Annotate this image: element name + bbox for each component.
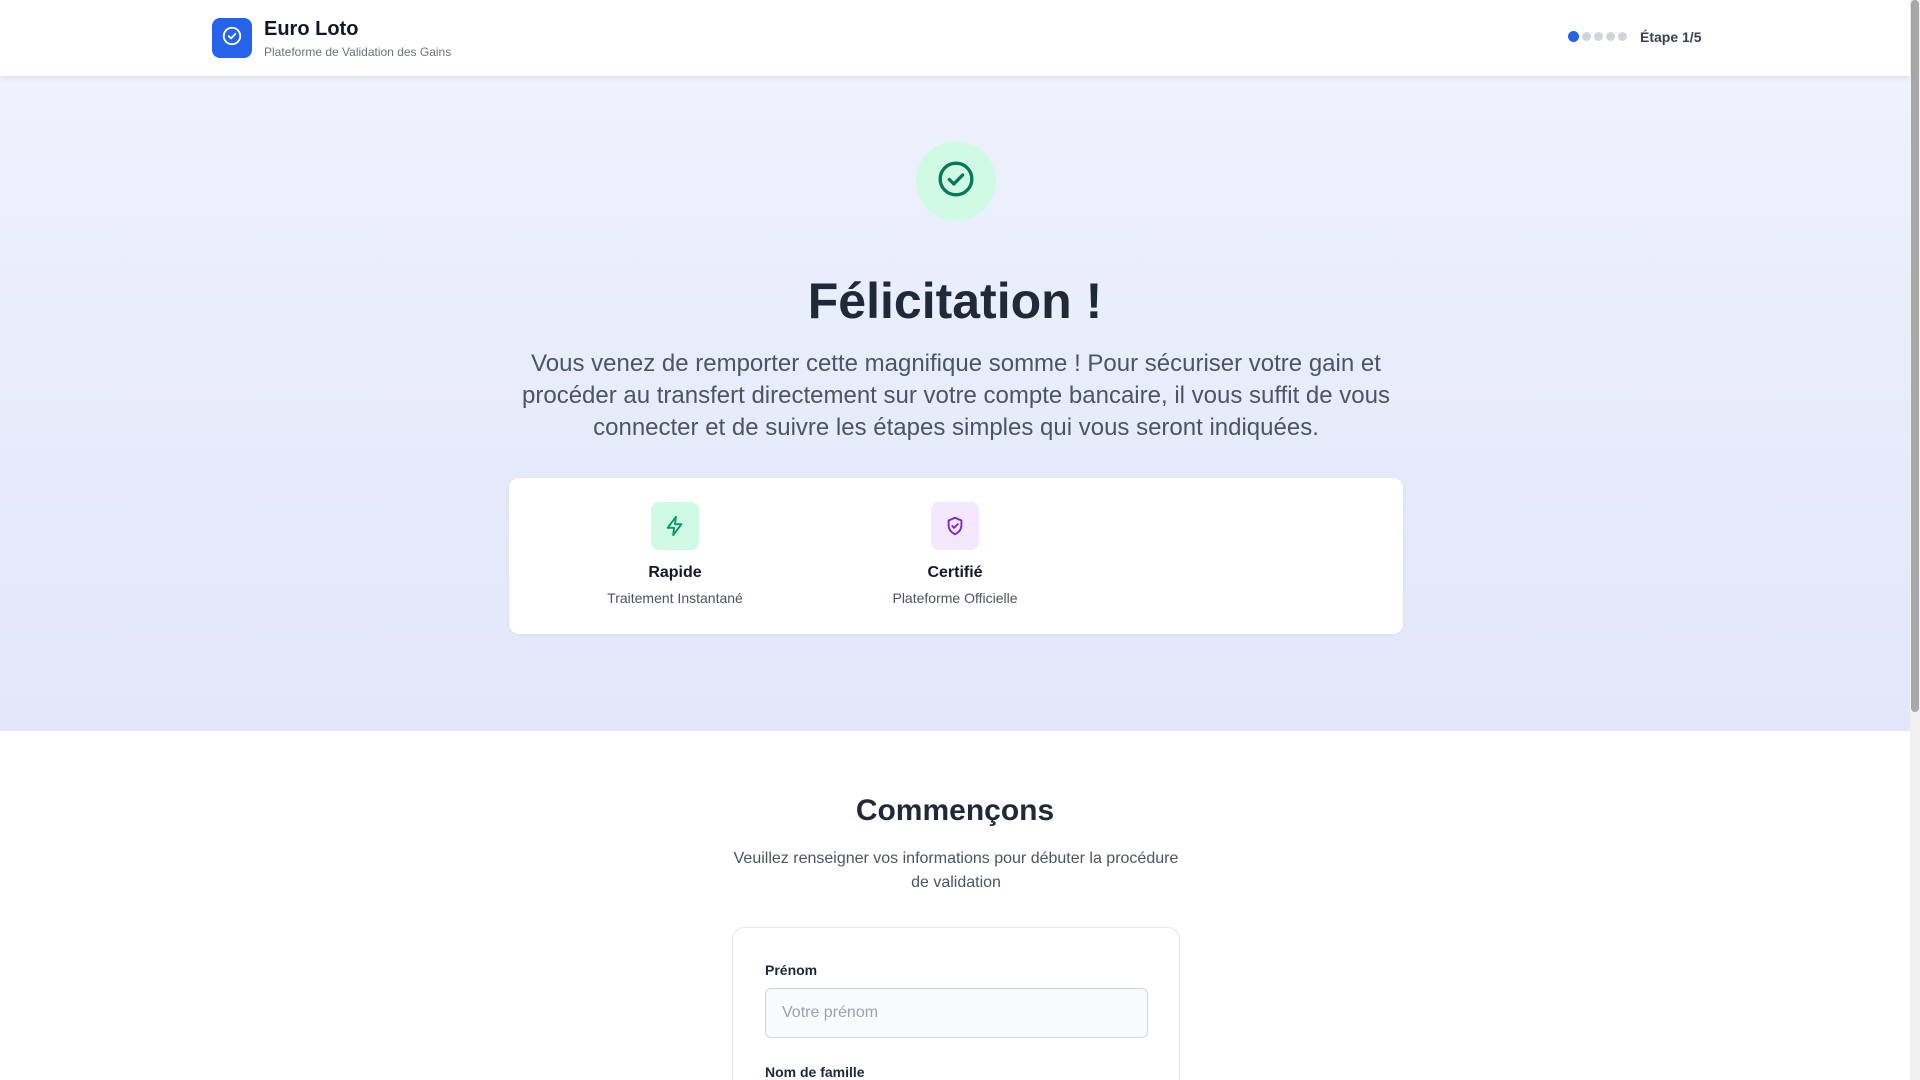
registration-form: Prénom Nom de famille	[732, 927, 1180, 1080]
step-label: Étape 1/5	[1640, 29, 1702, 45]
brand-subtitle: Plateforme de Validation des Gains	[264, 45, 452, 59]
hero-section: Félicitation ! Vous venez de remporter c…	[0, 76, 1910, 731]
step-dot-active	[1568, 31, 1579, 42]
step-dot	[1582, 32, 1591, 41]
features-card: Rapide Traitement Instantané Certifié Pl…	[509, 478, 1403, 634]
check-circle-icon	[936, 159, 976, 204]
first-name-input[interactable]	[765, 988, 1148, 1038]
feature-subtitle: Plateforme Officielle	[892, 590, 1018, 606]
hero-description: Vous venez de remporter cette magnifique…	[522, 350, 1390, 441]
form-section-title: Commençons	[855, 794, 1055, 827]
shield-check-icon	[931, 502, 979, 550]
step-dot	[1606, 32, 1615, 41]
first-name-label: Prénom	[765, 962, 818, 978]
hero-title: Félicitation !	[807, 273, 1103, 329]
brand-title[interactable]: Euro Loto	[264, 18, 358, 41]
feature-title: Certifié	[927, 564, 983, 581]
feature-certifie: Certifié Plateforme Officielle	[855, 478, 1055, 606]
check-circle-icon	[221, 25, 243, 52]
last-name-label: Nom de famille	[765, 1064, 865, 1080]
step-dot	[1618, 32, 1627, 41]
feature-rapide: Rapide Traitement Instantané	[575, 478, 775, 606]
step-dot	[1594, 32, 1603, 41]
logo[interactable]	[212, 18, 252, 58]
feature-title: Rapide	[648, 564, 702, 581]
feature-subtitle: Traitement Instantané	[607, 590, 743, 606]
step-progress-dots	[1568, 31, 1627, 42]
lightning-icon	[651, 502, 699, 550]
form-section-subtitle: Veuillez renseigner vos informations pou…	[733, 850, 1179, 891]
success-badge	[916, 141, 996, 221]
top-header: Euro Loto Plateforme de Validation des G…	[0, 0, 1910, 76]
scrollbar-thumb[interactable]	[1911, 0, 1919, 712]
